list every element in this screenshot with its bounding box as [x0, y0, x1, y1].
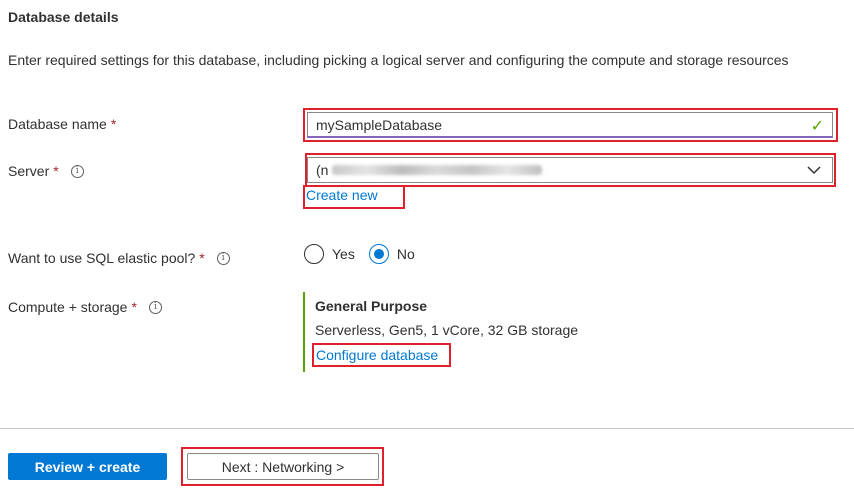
radio-no-label: No [396, 246, 415, 262]
radio-yes-circle[interactable] [304, 244, 324, 264]
required-marker: * [131, 299, 137, 315]
compute-tier: General Purpose [315, 298, 428, 314]
highlight-box-configure [312, 343, 451, 367]
section-title: Database details [8, 9, 119, 25]
info-icon[interactable]: i [216, 251, 230, 265]
compute-label: Compute + storage [8, 299, 128, 315]
elastic-pool-radio-group: Yes No [304, 244, 415, 264]
radio-option-no[interactable]: No [368, 244, 415, 264]
database-name-label-row: Database name * [8, 116, 116, 132]
footer-divider [0, 428, 854, 429]
required-marker: * [199, 250, 205, 266]
required-marker: * [110, 116, 117, 132]
compute-details: Serverless, Gen5, 1 vCore, 32 GB storage [315, 322, 579, 338]
highlight-box-database-name [303, 108, 838, 142]
highlight-box-create-new [303, 185, 405, 209]
info-icon[interactable]: i [148, 300, 162, 314]
review-create-button[interactable]: Review + create [8, 453, 167, 480]
compute-status-bar [303, 292, 305, 372]
info-icon[interactable]: i [70, 164, 84, 178]
radio-no-circle[interactable] [368, 244, 389, 264]
section-description: Enter required settings for this databas… [8, 52, 789, 68]
elastic-pool-label: Want to use SQL elastic pool? [8, 250, 196, 266]
required-marker: * [53, 163, 59, 179]
radio-option-yes[interactable]: Yes [304, 244, 355, 264]
compute-label-row: Compute + storage * i [8, 299, 162, 315]
elastic-pool-label-row: Want to use SQL elastic pool? * i [8, 250, 230, 266]
highlight-box-next [181, 447, 384, 486]
server-label: Server [8, 163, 50, 179]
database-name-label: Database name [8, 116, 107, 132]
radio-yes-label: Yes [332, 246, 355, 262]
highlight-box-server [305, 153, 836, 187]
server-label-row: Server * i [8, 163, 84, 179]
